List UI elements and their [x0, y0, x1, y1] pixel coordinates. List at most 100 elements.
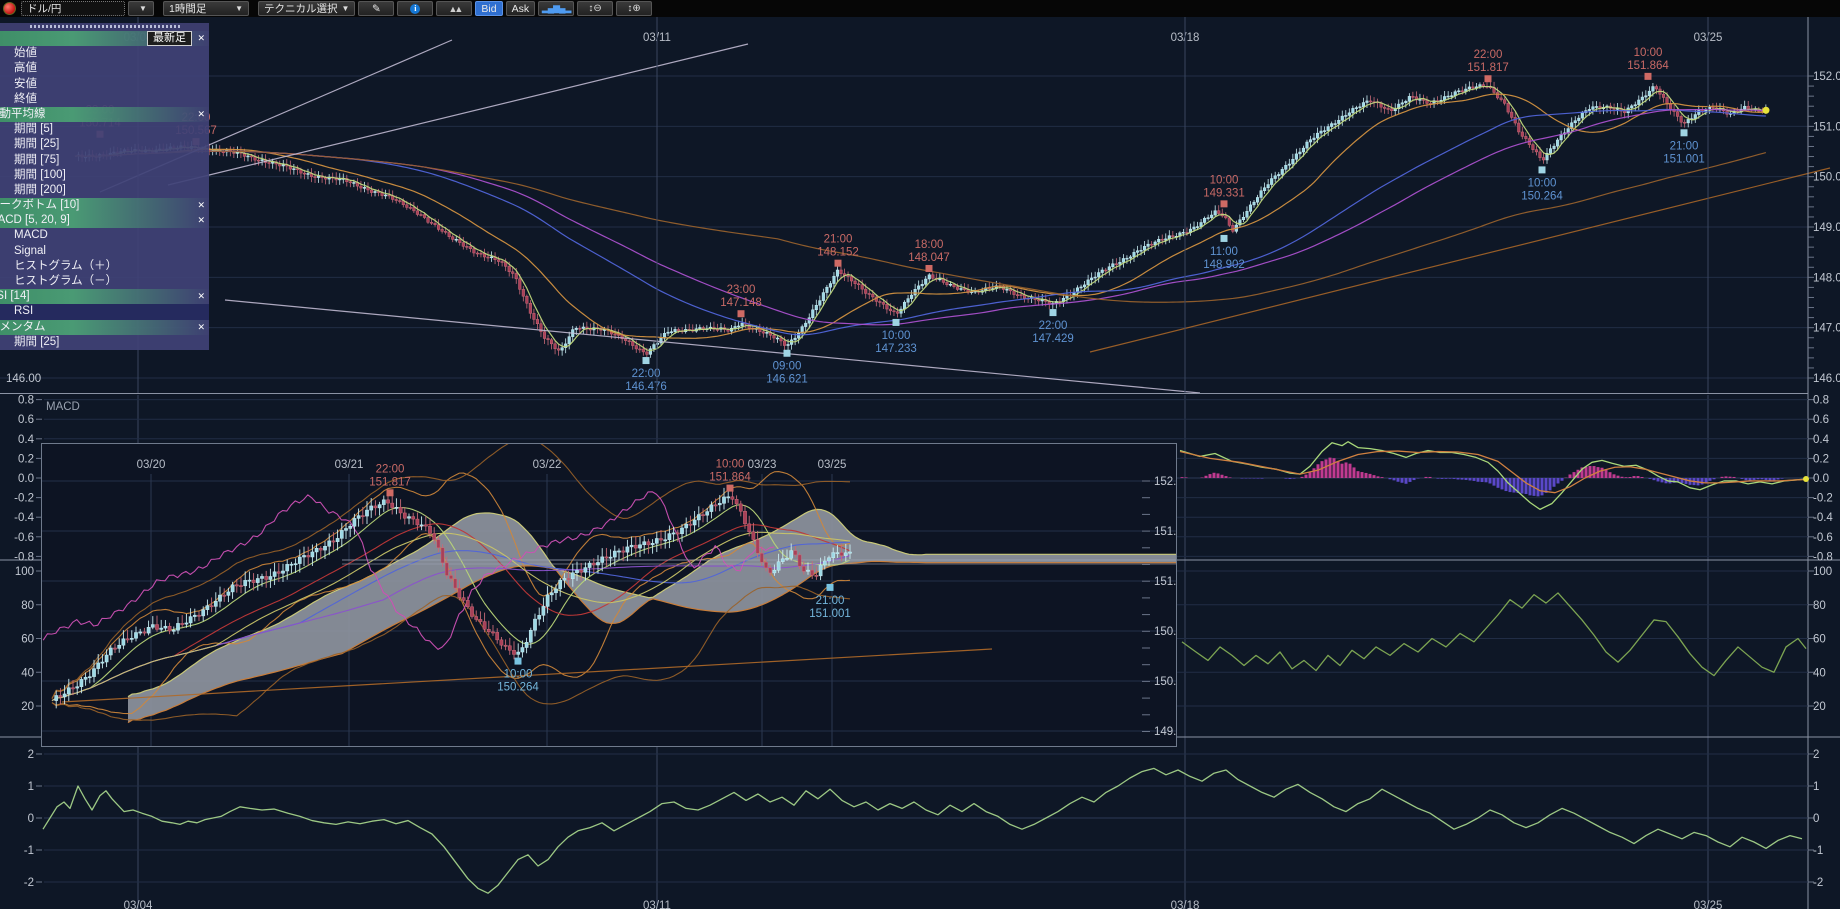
- zoom-out-button[interactable]: ↕⊖: [577, 1, 613, 16]
- indicator-item[interactable]: 期間 [200]: [0, 183, 209, 198]
- volume-button[interactable]: ▂▄▆▄▂: [538, 1, 574, 16]
- indicator-header-label: RSI [14]: [0, 290, 30, 302]
- svg-text:60: 60: [21, 634, 34, 646]
- indicator-header-1[interactable]: 移動平均線✕: [0, 107, 209, 122]
- svg-text:40: 40: [1813, 667, 1826, 679]
- technical-select[interactable]: テクニカル選択 ▼: [258, 1, 355, 16]
- pencil-icon: ✎: [372, 3, 381, 15]
- indicator-item[interactable]: ヒストグラム（＋）: [0, 259, 209, 274]
- draw-tool-button[interactable]: ✎: [358, 1, 394, 16]
- latest-candle-button[interactable]: 最新足: [147, 31, 192, 46]
- inset-chart-canvas[interactable]: 03/2003/2103/2203/2303/2522:00151.81710:…: [42, 444, 1177, 747]
- indicator-item[interactable]: 始値: [0, 46, 209, 61]
- indicator-item[interactable]: MACD: [0, 228, 209, 243]
- svg-text:03/25: 03/25: [1694, 900, 1723, 909]
- waveform-icon: ▂▄▆▄▂: [542, 3, 571, 14]
- indicator-item[interactable]: 安値: [0, 77, 209, 92]
- svg-text:2: 2: [28, 749, 34, 761]
- svg-text:0.8: 0.8: [1813, 395, 1829, 407]
- indicator-header-4[interactable]: RSI [14] ✕: [0, 289, 209, 304]
- svg-text:1: 1: [1813, 781, 1819, 793]
- svg-text:10:00: 10:00: [1528, 177, 1557, 189]
- svg-text:0.4: 0.4: [1813, 434, 1830, 446]
- svg-text:-2: -2: [1813, 877, 1823, 889]
- svg-text:21:00: 21:00: [1670, 140, 1699, 152]
- symbol-dropdown-button[interactable]: ▼: [128, 1, 154, 16]
- grip-icon: [30, 25, 180, 28]
- svg-text:18:00: 18:00: [915, 239, 944, 251]
- indicator-item[interactable]: 期間 [75]: [0, 153, 209, 168]
- zoom-in-icon: ↕⊕: [627, 3, 640, 14]
- close-icon[interactable]: ✕: [197, 198, 205, 213]
- indicator-header-label: ピークボトム [10]: [0, 199, 79, 211]
- svg-text:151.864: 151.864: [1627, 60, 1669, 72]
- svg-text:80: 80: [1813, 600, 1826, 612]
- info-button[interactable]: i: [397, 1, 433, 16]
- svg-text:22:00: 22:00: [1039, 320, 1068, 332]
- indicator-header-3[interactable]: MACD [5, 20, 9]✕: [0, 213, 209, 228]
- peak-annotation: 18:00148.047: [908, 239, 950, 272]
- ask-button[interactable]: Ask: [506, 1, 536, 16]
- svg-text:20: 20: [1813, 701, 1826, 713]
- indicator-item-label: 終値: [14, 93, 37, 105]
- svg-text:21:00: 21:00: [816, 595, 845, 607]
- record-icon[interactable]: [3, 2, 16, 15]
- svg-text:-0.6: -0.6: [14, 532, 34, 544]
- svg-text:151.864: 151.864: [709, 472, 751, 484]
- indicator-item[interactable]: RSI: [0, 304, 209, 319]
- close-icon[interactable]: ✕: [197, 107, 205, 122]
- svg-text:151.817: 151.817: [369, 476, 411, 488]
- svg-text:-0.6: -0.6: [1813, 532, 1833, 544]
- chart-type-button[interactable]: ▲▲: [436, 1, 472, 16]
- bottom-annotation: 22:00146.476: [625, 357, 667, 393]
- close-icon[interactable]: ✕: [197, 320, 205, 335]
- indicator-item[interactable]: 高値: [0, 61, 209, 76]
- svg-text:100: 100: [1813, 566, 1832, 578]
- indicator-item-label: MACD: [14, 229, 48, 241]
- indicator-item[interactable]: 期間 [100]: [0, 168, 209, 183]
- indicator-item[interactable]: 期間 [5]: [0, 122, 209, 137]
- indicator-item[interactable]: 終値: [0, 92, 209, 107]
- svg-text:-0.4: -0.4: [1813, 512, 1833, 524]
- main-price-panel[interactable]: 03/0403/1103/1803/2523:00150.71422:00150…: [0, 32, 1830, 393]
- close-icon[interactable]: ✕: [197, 31, 205, 46]
- svg-text:-1: -1: [1813, 845, 1823, 857]
- peak-annotation: 21:00148.152: [817, 234, 859, 267]
- svg-text:03/11: 03/11: [643, 900, 671, 909]
- close-icon[interactable]: ✕: [197, 213, 205, 228]
- indicator-header-0[interactable]: 最新足 ✕: [0, 31, 209, 46]
- trendline[interactable]: [168, 44, 748, 185]
- symbol-select[interactable]: ドル/円: [21, 1, 125, 16]
- indicator-header-2[interactable]: ピークボトム [10] ✕: [0, 198, 209, 213]
- svg-text:-0.8: -0.8: [14, 551, 34, 563]
- indicator-item[interactable]: Signal: [0, 244, 209, 259]
- svg-text:-0.8: -0.8: [1813, 551, 1833, 563]
- svg-text:03/20: 03/20: [137, 459, 166, 471]
- panel-drag-handle[interactable]: [0, 23, 209, 31]
- indicator-item[interactable]: 期間 [25]: [0, 335, 209, 350]
- close-icon[interactable]: ✕: [197, 289, 205, 304]
- momentum-panel[interactable]: 221100-1-1-2-203/0403/1103/1803/25: [24, 749, 1823, 909]
- zoom-in-button[interactable]: ↕⊕: [616, 1, 652, 16]
- svg-text:100: 100: [15, 566, 34, 578]
- peak-annotation: 22:00151.817: [1467, 49, 1509, 82]
- indicator-item-label: 安値: [14, 78, 37, 90]
- inset-price-panel[interactable]: 03/2003/2103/2203/2303/2522:00151.81710:…: [42, 444, 1177, 747]
- technical-label: テクニカル選択: [264, 1, 338, 16]
- svg-text:0.8: 0.8: [18, 395, 34, 407]
- bid-button[interactable]: Bid: [475, 1, 502, 16]
- indicator-header-5[interactable]: モメンタム✕: [0, 320, 209, 335]
- indicator-legend-panel[interactable]: 最新足✕始値高値安値終値移動平均線✕期間 [5]期間 [25]期間 [75]期間…: [0, 23, 209, 350]
- svg-text:151.001: 151.001: [809, 608, 851, 620]
- svg-text:-1: -1: [24, 845, 34, 857]
- svg-text:152.0: 152.0: [1154, 476, 1177, 488]
- trendline[interactable]: [1090, 168, 1830, 352]
- indicator-item[interactable]: 期間 [25]: [0, 137, 209, 152]
- peak-annotation: 10:00151.864: [1627, 47, 1669, 80]
- svg-text:2: 2: [1813, 749, 1819, 761]
- detached-chart-window[interactable]: 03/2003/2103/2203/2303/2522:00151.81710:…: [41, 443, 1177, 747]
- peak-annotation: 10:00151.864: [709, 459, 751, 492]
- timeframe-select[interactable]: 1時間足 ▼: [163, 1, 249, 16]
- svg-text:1: 1: [28, 781, 34, 793]
- indicator-item[interactable]: ヒストグラム（－）: [0, 274, 209, 289]
